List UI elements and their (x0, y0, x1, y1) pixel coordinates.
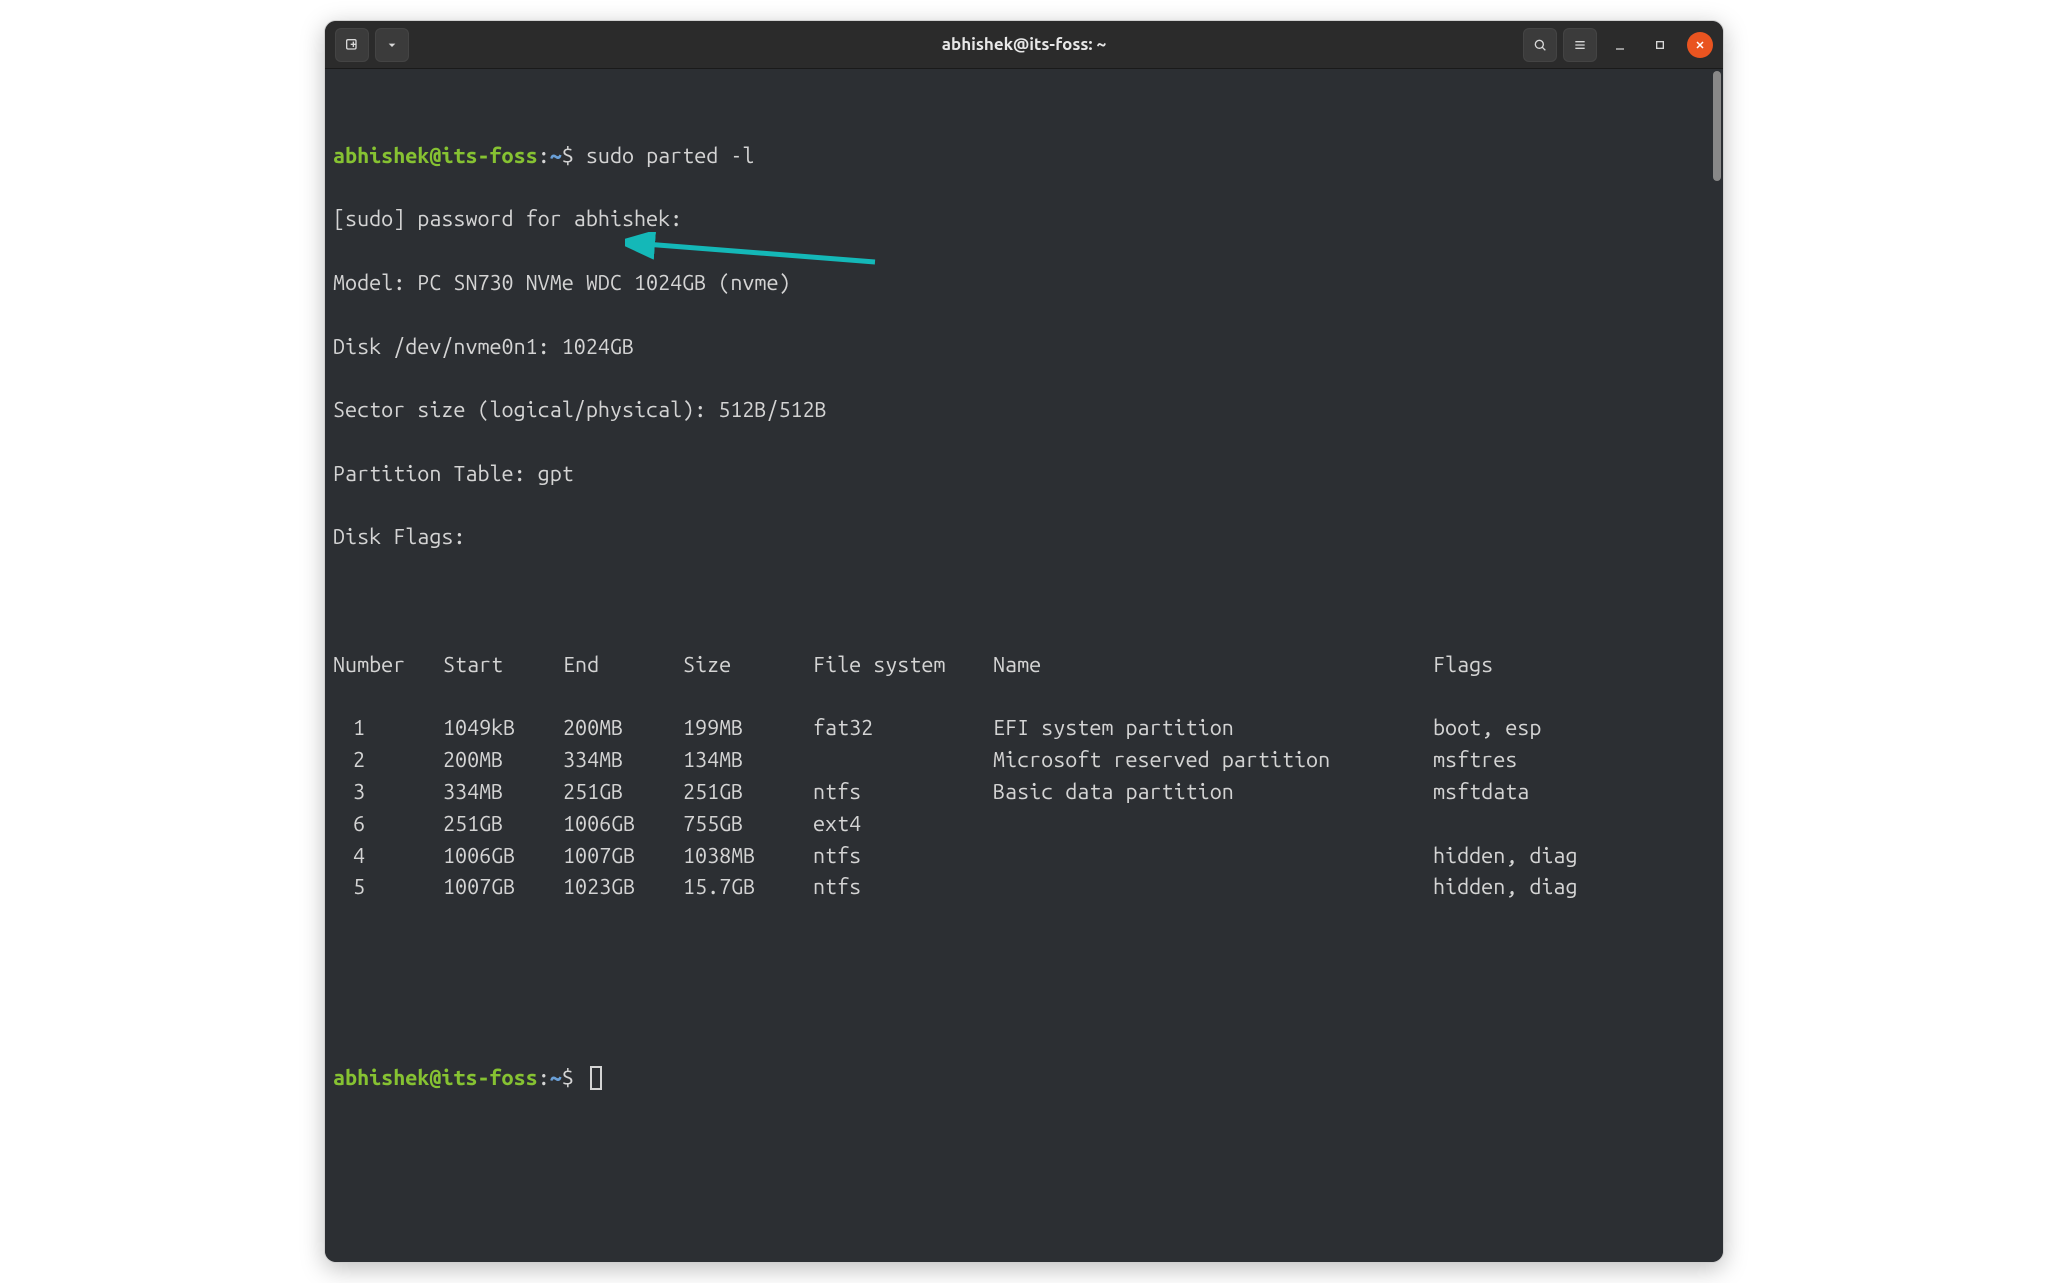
td-flags: msftdata (1433, 777, 1529, 809)
td-end: 1023GB (563, 872, 683, 904)
window-title: abhishek@its-foss: ~ (942, 35, 1106, 54)
table-row: 51007GB1023GB15.7GBntfs hidden, diag (333, 872, 1715, 904)
output-model: Model: PC SN730 NVMe WDC 1024GB (nvme) (333, 268, 1715, 300)
prompt-path: ~ (550, 1066, 562, 1090)
terminal-body[interactable]: abhishek@its-foss:~$ sudo parted -l [sud… (325, 69, 1723, 1262)
td-flags: hidden, diag (1433, 841, 1577, 873)
annotation-arrow (625, 232, 885, 272)
td-start: 334MB (443, 777, 563, 809)
table-row: 41006GB1007GB1038MBntfs hidden, diag (333, 841, 1715, 873)
td-size: 134MB (683, 745, 813, 777)
td-num: 4 (353, 841, 443, 873)
td-name: EFI system partition (993, 713, 1433, 745)
td-num: 5 (353, 872, 443, 904)
command-text: sudo parted -l (586, 144, 755, 168)
td-size: 251GB (683, 777, 813, 809)
search-button[interactable] (1523, 28, 1557, 62)
th-fs: File system (813, 650, 993, 682)
th-flags: Flags (1433, 650, 1493, 682)
titlebar: abhishek@its-foss: ~ (325, 21, 1723, 69)
td-fs: ntfs (813, 841, 993, 873)
prompt-sep: : (538, 144, 550, 168)
td-start: 1006GB (443, 841, 563, 873)
td-start: 251GB (443, 809, 563, 841)
td-num: 6 (353, 809, 443, 841)
prompt-userhost: abhishek@its-foss (333, 1066, 538, 1090)
td-end: 1007GB (563, 841, 683, 873)
td-num: 3 (353, 777, 443, 809)
table-row: 2200MB334MB134MB Microsoft reserved parti… (333, 745, 1715, 777)
table-header-row: NumberStartEndSizeFile systemNameFlags (333, 650, 1715, 682)
td-fs: ext4 (813, 809, 993, 841)
prompt-userhost: abhishek@its-foss (333, 144, 538, 168)
td-flags: msftres (1433, 745, 1517, 777)
prompt-dollar: $ (562, 144, 574, 168)
td-size: 15.7GB (683, 872, 813, 904)
table-row: 11049kB200MB199MBfat32EFI system partiti… (333, 713, 1715, 745)
td-size: 755GB (683, 809, 813, 841)
td-start: 1007GB (443, 872, 563, 904)
td-size: 199MB (683, 713, 813, 745)
prompt-path: ~ (550, 144, 562, 168)
td-num: 1 (353, 713, 443, 745)
td-end: 200MB (563, 713, 683, 745)
td-num: 2 (353, 745, 443, 777)
td-flags: hidden, diag (1433, 872, 1577, 904)
new-tab-button[interactable] (335, 28, 369, 62)
table-row: 6251GB1006GB755GBext4 (333, 809, 1715, 841)
scrollbar-thumb[interactable] (1713, 71, 1721, 181)
text-cursor (590, 1066, 602, 1090)
output-ptable: Partition Table: gpt (333, 459, 1715, 491)
output-sector: Sector size (logical/physical): 512B/512… (333, 395, 1715, 427)
output-sudo: [sudo] password for abhishek: (333, 204, 1715, 236)
tab-menu-button[interactable] (375, 28, 409, 62)
maximize-button[interactable] (1643, 28, 1677, 62)
prompt-dollar: $ (562, 1066, 574, 1090)
td-end: 251GB (563, 777, 683, 809)
td-flags: boot, esp (1433, 713, 1541, 745)
terminal-window: abhishek@its-foss: ~ abhishek@its-foss:~… (324, 20, 1724, 1263)
td-fs: fat32 (813, 713, 993, 745)
prompt-sep: : (538, 1066, 550, 1090)
td-size: 1038MB (683, 841, 813, 873)
th-size: Size (683, 650, 813, 682)
output-flags: Disk Flags: (333, 522, 1715, 554)
td-fs: ntfs (813, 872, 993, 904)
minimize-button[interactable] (1603, 28, 1637, 62)
td-end: 1006GB (563, 809, 683, 841)
th-number: Number (333, 650, 443, 682)
td-name: Microsoft reserved partition (993, 745, 1433, 777)
output-disk: Disk /dev/nvme0n1: 1024GB (333, 332, 1715, 364)
td-start: 200MB (443, 745, 563, 777)
td-fs: ntfs (813, 777, 993, 809)
td-end: 334MB (563, 745, 683, 777)
th-name: Name (993, 650, 1433, 682)
menu-button[interactable] (1563, 28, 1597, 62)
td-start: 1049kB (443, 713, 563, 745)
td-name: Basic data partition (993, 777, 1433, 809)
th-end: End (563, 650, 683, 682)
close-button[interactable] (1687, 32, 1713, 58)
th-start: Start (443, 650, 563, 682)
table-row: 3334MB251GB251GBntfsBasic data partition… (333, 777, 1715, 809)
